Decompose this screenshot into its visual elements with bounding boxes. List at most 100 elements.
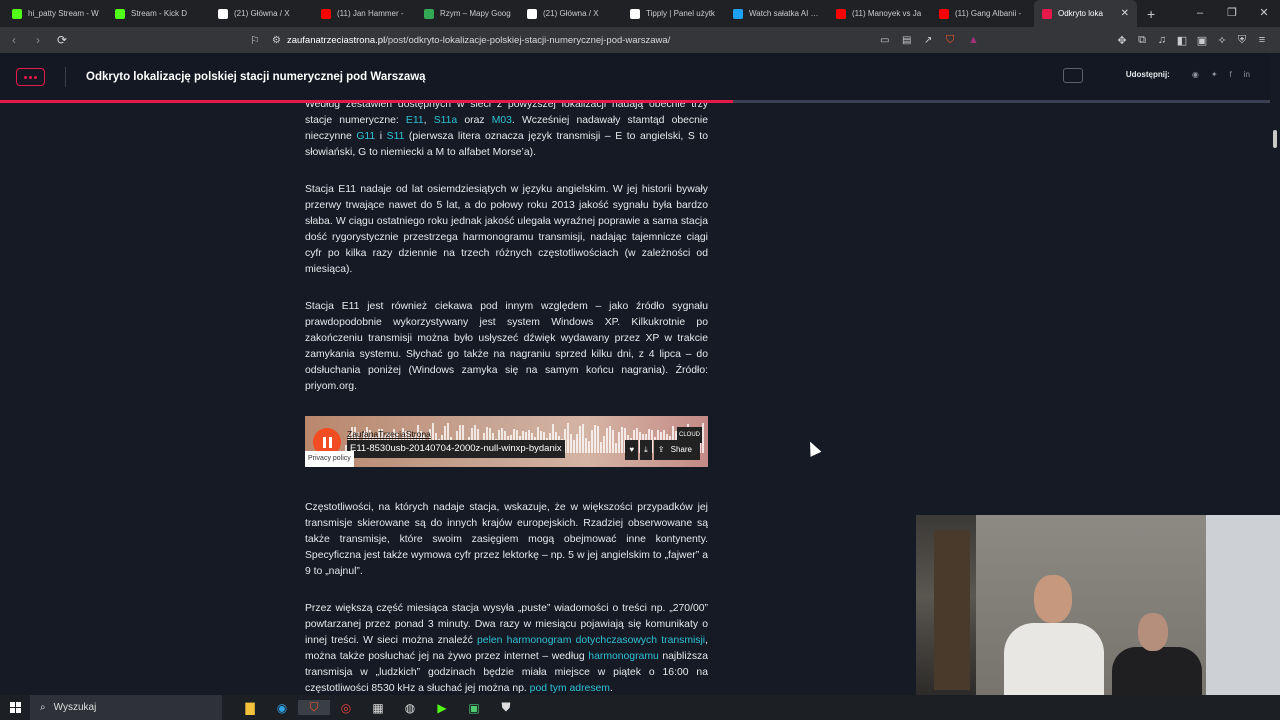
webcam-person [1112, 613, 1202, 695]
chrome-icon[interactable]: ◎ [330, 701, 362, 715]
file-explorer-icon[interactable]: ▇ [234, 701, 266, 715]
browser-tab[interactable]: (21) Główna / X [210, 0, 313, 27]
brave-shield-icon[interactable]: ⛉ [946, 34, 954, 47]
browser-tab[interactable]: (11) Gang Albanii - [931, 0, 1034, 27]
tab-label: (11) Jan Hammer - [337, 9, 404, 18]
new-tab-icon[interactable]: + [1137, 6, 1165, 22]
share-text: Share [666, 443, 696, 456]
kick-app-icon[interactable]: ▶ [426, 701, 458, 715]
brave-rewards-icon[interactable]: ▲ [968, 34, 979, 46]
facebook-icon[interactable]: f [1230, 70, 1232, 79]
url-bar[interactable]: ⚙ zaufanatrzeciastrona.pl/post/odkryto-l… [244, 30, 992, 50]
tab-label: Odkryto loka [1058, 9, 1103, 18]
site-info-icon[interactable]: ⚙ [272, 35, 281, 46]
bookmark-star-icon[interactable]: ⚐ [250, 34, 260, 47]
site-logo[interactable] [16, 68, 45, 86]
tab-label: (11) Manoyek vs Ja [852, 9, 922, 18]
taskbar-search-placeholder: Wyszukaj [53, 702, 97, 713]
leo-ai-icon[interactable]: ✧ [1216, 34, 1228, 47]
close-window-icon[interactable]: ✕ [1248, 0, 1280, 27]
link-e11[interactable]: E11 [406, 115, 424, 126]
sidebar-icon[interactable]: ◧ [1176, 34, 1188, 47]
kick-icon [115, 8, 125, 19]
windows-taskbar: ⌕ Wyszukaj ▇ ◉ ⛉ ◎ ▦ ◍ ▶ ▣ ⛊ [0, 695, 1280, 720]
edge-icon[interactable]: ◉ [266, 701, 298, 715]
reader-mode-icon[interactable]: ▭ [880, 35, 889, 46]
tab-label: Rzym – Mapy Goog [440, 9, 511, 18]
music-icon[interactable]: ♫ [1156, 34, 1168, 46]
paragraph-text: , [423, 115, 434, 126]
tab-label: Watch sałatka AI | S [749, 9, 820, 18]
close-tab-icon[interactable]: ✕ [1121, 8, 1129, 19]
minimize-icon[interactable]: – [1184, 0, 1216, 27]
browser-tab[interactable]: hi_patty Stream - W [4, 0, 107, 27]
header-article-title: Odkryto lokalizację polskiej stacji nume… [86, 71, 426, 83]
youtube-icon [321, 8, 331, 19]
link-m03[interactable]: M03 [492, 115, 512, 126]
extensions-icon[interactable]: ✥ [1116, 34, 1128, 47]
reload-icon[interactable]: ⟳ [52, 33, 72, 47]
address-bar-row: ‹ › ⟳ ⚙ zaufanatrzeciastrona.pl/post/odk… [0, 27, 1280, 53]
link-s11[interactable]: S11 [387, 131, 405, 142]
app-icon[interactable]: ▦ [362, 701, 394, 715]
paragraph: Stacja E11 jest również ciekawa pod inny… [305, 301, 708, 392]
x-icon [218, 8, 228, 19]
webcam-person [1004, 575, 1104, 695]
browser-tab[interactable]: (11) Manoyek vs Ja [828, 0, 931, 27]
browser-tab[interactable]: (21) Główna / X [519, 0, 622, 27]
restore-icon[interactable]: ❐ [1216, 0, 1248, 27]
browser-tab[interactable]: (11) Jan Hammer - [313, 0, 416, 27]
browser-tab[interactable]: Odkryto loka ✕ [1034, 0, 1137, 27]
maps-icon [424, 8, 434, 19]
browser-tab[interactable]: Tipply | Panel użytk [622, 0, 725, 27]
browser-tab[interactable]: Rzym – Mapy Goog [416, 0, 519, 27]
brave-icon[interactable]: ⛉ [298, 700, 330, 715]
comments-icon[interactable] [1063, 68, 1083, 83]
link-listen-address[interactable]: pod tym adresem [530, 683, 610, 694]
app-icon[interactable]: ▣ [458, 701, 490, 715]
player-share-button[interactable]: ⇪ Share [653, 440, 700, 460]
share-bar: Udostępnij: ◉ ✦ f in [1126, 70, 1250, 79]
start-button[interactable] [0, 695, 30, 720]
forward-icon[interactable]: › [28, 33, 48, 47]
browser-tab[interactable]: Watch sałatka AI | S [725, 0, 828, 27]
vpn-icon[interactable]: ⛨ [1236, 34, 1248, 47]
url-text[interactable]: zaufanatrzeciastrona.pl/post/odkryto-lok… [287, 35, 670, 46]
link-s11a[interactable]: S11a [434, 115, 458, 126]
link-schedule-full[interactable]: pelen harmonogram dotychczasowych transm… [477, 635, 705, 646]
print-icon[interactable]: ▤ [902, 35, 911, 46]
back-icon[interactable]: ‹ [4, 33, 24, 47]
scrollbar-thumb[interactable] [1273, 130, 1277, 148]
toolbar-extensions: ✥ ⧉ ♫ ◧ ▣ ✧ ⛨ ≡ [1116, 30, 1268, 50]
privacy-policy-link[interactable]: Privacy policy [305, 451, 354, 467]
window-controls: – ❐ ✕ [1184, 0, 1280, 27]
youtube-icon [836, 8, 846, 19]
taskbar-search[interactable]: ⌕ Wyszukaj [30, 695, 222, 720]
tab-label: Tipply | Panel użytk [646, 9, 715, 18]
linkedin-icon[interactable]: in [1244, 70, 1250, 79]
twitter-icon[interactable]: ✦ [1211, 70, 1218, 79]
like-icon[interactable]: ♥ [625, 440, 639, 460]
browser-tab[interactable]: Stream - Kick D [107, 0, 210, 27]
paragraph-text: oraz [457, 115, 492, 126]
link-g11[interactable]: G11 [356, 131, 375, 142]
share-icon[interactable]: ↗ [924, 35, 932, 46]
tab-label: hi_patty Stream - W [28, 9, 99, 18]
menu-icon[interactable]: ≡ [1256, 34, 1268, 46]
webcam-door [1206, 515, 1280, 695]
share-label: Udostępnij: [1125, 70, 1170, 79]
screenshot-icon[interactable]: ⧉ [1136, 34, 1148, 47]
zaufana-icon [1042, 8, 1052, 19]
app-icon[interactable]: ⛊ [490, 700, 522, 715]
link-schedule[interactable]: harmonogramu [588, 651, 658, 662]
wallet-icon[interactable]: ▣ [1196, 34, 1208, 47]
x-icon [527, 8, 537, 19]
download-icon[interactable]: ⤓ [640, 440, 652, 460]
kick-icon [12, 8, 22, 19]
tab-label: (21) Główna / X [543, 9, 599, 18]
player-track-title[interactable]: E11-8530usb-20140704-2000z-null-winxp-by… [347, 440, 565, 458]
tipply-icon [630, 8, 640, 19]
tab-label: Stream - Kick D [131, 9, 188, 18]
obs-icon[interactable]: ◍ [394, 701, 426, 715]
reddit-icon[interactable]: ◉ [1192, 70, 1199, 79]
